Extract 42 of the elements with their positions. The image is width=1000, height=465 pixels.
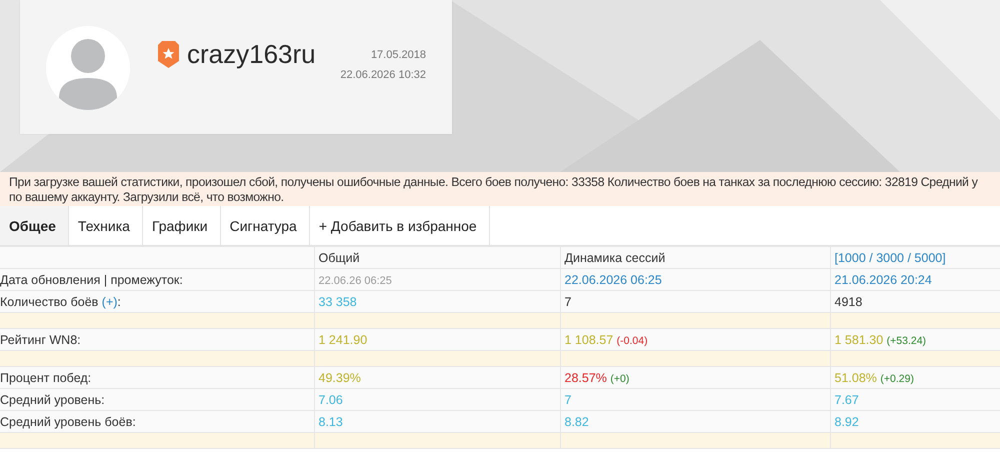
stat-value: 8.92	[834, 414, 859, 428]
stat-value: 49.39%	[318, 370, 361, 384]
badge-icon	[158, 41, 179, 68]
tab[interactable]: Общее	[0, 206, 69, 245]
stat-value: 7.06	[318, 392, 343, 406]
avatar-icon	[46, 26, 130, 110]
stat-value: 1 581.30	[834, 332, 884, 346]
stat-change: (-0.04)	[616, 334, 648, 346]
stat-value: 7	[564, 294, 572, 308]
stat-change: (+53.24)	[886, 334, 926, 346]
stat-value: 28.57%	[564, 370, 607, 384]
tab[interactable]: + Добавить в избранное	[310, 206, 490, 245]
stat-value: 22.06.2026 06:25	[564, 272, 662, 286]
update-date: 22.06.2026 10:32	[340, 69, 426, 81]
row-label: Рейтинг WN8:	[0, 332, 81, 346]
stat-value: 22.06.26 06:25	[318, 274, 392, 286]
error-message: При загрузке вашей статистики, произошел сбой, получены ошибочные данные. Всего боев получено: 33358 Количество боев на танках за последнюю сессию: 32819 Средний у по вашему аккаунту. Загрузили всё, что возможно.	[9, 175, 979, 205]
stat-change: (+0)	[610, 372, 630, 384]
row-label: Количество боёв (+):	[0, 294, 121, 308]
add-link[interactable]: (+)	[102, 294, 118, 308]
row-label: Процент побед:	[0, 370, 92, 384]
row-label: Дата обновления | промежуток:	[0, 272, 183, 286]
tab[interactable]: Техника	[68, 206, 143, 245]
username: crazy163ru	[187, 39, 316, 70]
stat-value: 51.08%	[834, 370, 877, 384]
tab[interactable]: Графики	[142, 206, 221, 245]
column-header: Динамика сессий	[564, 250, 666, 264]
stat-value: 8.82	[564, 414, 589, 428]
stat-value: 7	[564, 392, 572, 406]
row-label: Средний уровень боёв:	[0, 414, 136, 428]
column-header: Общий	[318, 250, 360, 264]
stat-value: 1 241.90	[318, 332, 368, 346]
tab[interactable]: Сигнатура	[220, 206, 310, 245]
stat-value: 8.13	[318, 414, 343, 428]
stat-value: 1 108.57	[564, 332, 614, 346]
registration-date: 17.05.2018	[370, 49, 426, 61]
stat-value: 21.06.2026 20:24	[834, 272, 932, 286]
stat-value: 7.67	[834, 392, 859, 406]
stat-value: 4918	[834, 294, 862, 308]
stat-value: 33 358	[318, 294, 357, 308]
stat-change: (+0.29)	[880, 372, 914, 384]
row-label: Средний уровень:	[0, 392, 105, 406]
